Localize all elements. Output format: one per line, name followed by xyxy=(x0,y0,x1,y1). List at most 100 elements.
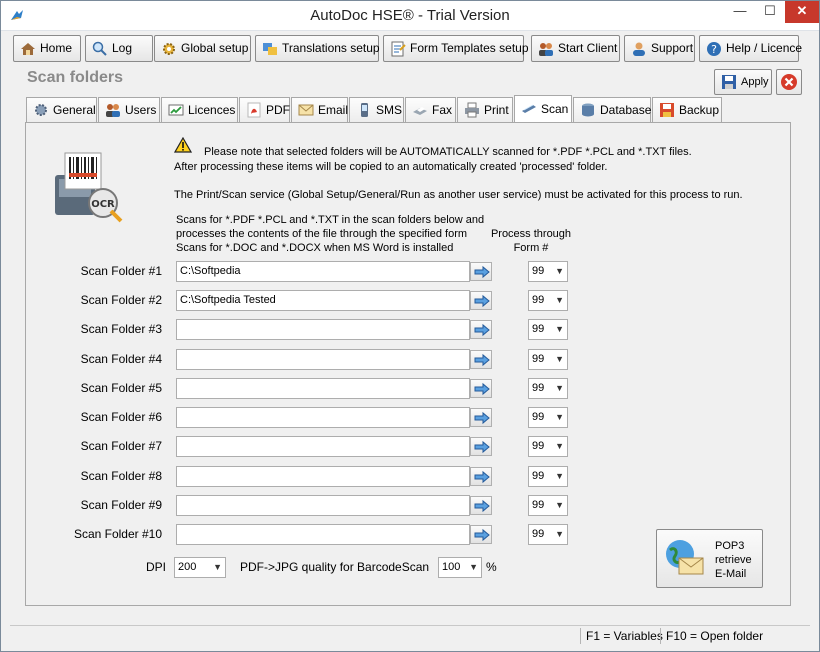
home-label: Home xyxy=(40,41,73,55)
status-f10-hint: F10 = Open folder xyxy=(666,629,764,643)
pop3-label-line-3: E-Mail xyxy=(715,568,747,580)
title-bar[interactable]: AutoDoc HSE® - Trial Version — ☐ ✕ xyxy=(1,1,819,31)
chevron-down-icon: ▼ xyxy=(555,354,564,364)
dpi-select[interactable]: 200 ▼ xyxy=(174,557,226,578)
scan-folder-8-form-value: 99 xyxy=(532,470,545,482)
support-button[interactable]: Support xyxy=(624,35,695,62)
minimize-button[interactable]: — xyxy=(726,1,754,23)
apply-button[interactable]: Apply xyxy=(714,69,772,95)
tab-scan-label: Scan xyxy=(541,102,569,116)
browse-arrow-icon xyxy=(474,499,490,513)
scan-folder-1-input[interactable]: C:\Softpedia xyxy=(176,261,470,282)
scan-folder-4-form-value: 99 xyxy=(532,353,545,365)
scan-folder-7-input[interactable] xyxy=(176,436,470,457)
scan-folder-10-input[interactable] xyxy=(176,524,470,545)
scan-icon xyxy=(522,104,536,113)
scan-folder-4-input[interactable] xyxy=(176,349,470,370)
scan-folder-8-browse-button[interactable] xyxy=(470,467,492,486)
log-icon xyxy=(92,41,107,56)
jpg-quality-label: PDF->JPG quality for BarcodeScan xyxy=(240,560,430,574)
chevron-down-icon: ▼ xyxy=(555,266,564,276)
tab-scan[interactable]: Scan xyxy=(514,95,572,123)
start-client-label: Start Client xyxy=(558,41,618,55)
scan-folder-5-input[interactable] xyxy=(176,378,470,399)
email-icon xyxy=(298,104,314,116)
database-icon xyxy=(582,103,594,117)
chevron-down-icon: ▼ xyxy=(555,324,564,334)
chevron-down-icon: ▼ xyxy=(469,562,478,572)
tab-print[interactable]: Print xyxy=(457,97,513,123)
scan-folder-9-browse-button[interactable] xyxy=(470,496,492,515)
licences-icon xyxy=(168,104,184,116)
global-setup-button[interactable]: Global setup xyxy=(154,35,251,62)
notice-line-1: Please note that selected folders will b… xyxy=(204,146,692,158)
general-icon xyxy=(35,104,47,116)
tab-licences[interactable]: Licences xyxy=(161,97,238,123)
scan-folder-10-browse-button[interactable] xyxy=(470,525,492,544)
save-icon xyxy=(722,75,736,89)
scan-folder-3-browse-button[interactable] xyxy=(470,320,492,339)
app-window: AutoDoc HSE® - Trial Version — ☐ ✕ Home … xyxy=(0,0,820,652)
scan-folder-3-input[interactable] xyxy=(176,319,470,340)
scan-folder-3-form-select[interactable]: 99 ▼ xyxy=(528,319,568,340)
scan-settings-panel: OCR Please note that selected folders wi… xyxy=(25,122,791,606)
sms-icon xyxy=(361,103,368,117)
scan-folder-10-form-select[interactable]: 99 ▼ xyxy=(528,524,568,545)
tab-pdf[interactable]: PDF xyxy=(239,97,290,123)
scan-folder-1-browse-button[interactable] xyxy=(470,262,492,281)
log-button[interactable]: Log xyxy=(85,35,153,62)
tab-general[interactable]: General xyxy=(26,97,97,123)
fax-icon xyxy=(413,107,427,115)
dpi-value: 200 xyxy=(178,561,197,573)
scan-folder-6-browse-button[interactable] xyxy=(470,408,492,427)
tab-sms[interactable]: SMS xyxy=(349,97,404,123)
scan-folder-5-form-select[interactable]: 99 ▼ xyxy=(528,378,568,399)
tab-fax[interactable]: Fax xyxy=(405,97,456,123)
home-button[interactable]: Home xyxy=(13,35,81,62)
scan-folder-6-input[interactable] xyxy=(176,407,470,428)
tab-backup[interactable]: Backup xyxy=(652,97,722,123)
browse-arrow-icon xyxy=(474,382,490,396)
close-window-button[interactable]: ✕ xyxy=(785,1,819,23)
scan-folder-2-input[interactable]: C:\Softpedia Tested xyxy=(176,290,470,311)
tab-email[interactable]: Email xyxy=(291,97,348,123)
help-licence-label: Help / Licence xyxy=(726,41,803,55)
maximize-button[interactable]: ☐ xyxy=(756,1,784,23)
scan-folder-8-input[interactable] xyxy=(176,466,470,487)
scan-folder-5-browse-button[interactable] xyxy=(470,379,492,398)
scan-folder-7-label: Scan Folder #7 xyxy=(80,439,162,453)
scan-folder-4-form-select[interactable]: 99 ▼ xyxy=(528,349,568,370)
pop3-retrieve-button[interactable]: POP3 retrieve E-Mail xyxy=(656,529,763,588)
scan-folder-8-form-select[interactable]: 99 ▼ xyxy=(528,466,568,487)
tab-database[interactable]: Database xyxy=(573,97,651,123)
scan-folder-9-input[interactable] xyxy=(176,495,470,516)
start-client-button[interactable]: Start Client xyxy=(531,35,620,62)
notice-line-2: After processing these items will be cop… xyxy=(174,161,608,173)
close-panel-button[interactable] xyxy=(776,69,802,95)
window-title: AutoDoc HSE® - Trial Version xyxy=(310,7,510,24)
chevron-down-icon: ▼ xyxy=(555,441,564,451)
scan-folder-1-form-select[interactable]: 99 ▼ xyxy=(528,261,568,282)
scan-folder-2-browse-button[interactable] xyxy=(470,291,492,310)
tab-users[interactable]: Users xyxy=(98,97,160,123)
scan-folder-6-form-select[interactable]: 99 ▼ xyxy=(528,407,568,428)
help-licence-button[interactable]: ? Help / Licence xyxy=(699,35,803,62)
scan-folder-2-form-select[interactable]: 99 ▼ xyxy=(528,290,568,311)
scan-folder-6-form-value: 99 xyxy=(532,411,545,423)
scan-folder-9-form-select[interactable]: 99 ▼ xyxy=(528,495,568,516)
status-bar: F1 = Variables F10 = Open folder xyxy=(10,625,810,645)
browse-arrow-icon xyxy=(474,265,490,279)
scan-folder-7-form-select[interactable]: 99 ▼ xyxy=(528,436,568,457)
scan-folder-7-browse-button[interactable] xyxy=(470,437,492,456)
page-title: Scan folders xyxy=(27,69,124,86)
scan-folder-9-form-value: 99 xyxy=(532,499,545,511)
scan-folder-4-browse-button[interactable] xyxy=(470,350,492,369)
form-templates-setup-button[interactable]: Form Templates setup xyxy=(383,35,529,62)
chevron-down-icon: ▼ xyxy=(555,529,564,539)
jpg-quality-value: 100 xyxy=(442,561,461,573)
tab-sms-label: SMS xyxy=(376,103,403,117)
chevron-down-icon: ▼ xyxy=(555,383,564,393)
jpg-quality-select[interactable]: 100 ▼ xyxy=(438,557,482,578)
form-column-header: Process through Form # xyxy=(490,227,572,255)
translations-setup-button[interactable]: Translations setup xyxy=(255,35,380,62)
